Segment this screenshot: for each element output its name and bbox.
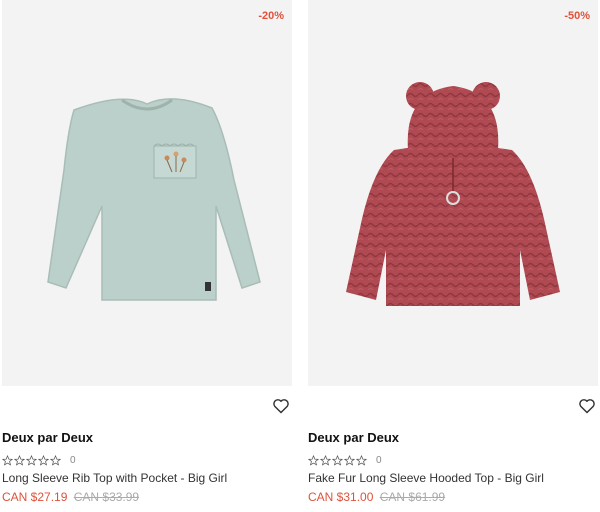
brand-name[interactable]: Deux par Deux [308, 430, 399, 445]
sale-price: CAN $27.19 [2, 490, 68, 504]
product-card[interactable]: -20% Deux par Deux 0 Long Sleeve Rib Top… [2, 0, 292, 512]
mint-long-sleeve-top-image [47, 98, 261, 301]
original-price: CAN $61.99 [379, 490, 446, 504]
discount-badge: -50% [564, 10, 590, 22]
price-row: CAN $31.00 CAN $61.99 [308, 490, 445, 504]
star-icon [356, 454, 367, 466]
star-icon [14, 454, 25, 466]
discount-badge: -20% [258, 10, 284, 22]
product-image[interactable]: -50% [308, 0, 598, 386]
star-icon [50, 454, 61, 466]
star-icon [320, 454, 331, 466]
sale-price: CAN $31.00 [308, 490, 374, 504]
product-title[interactable]: Long Sleeve Rib Top with Pocket - Big Gi… [2, 471, 227, 485]
rating-count: 0 [376, 454, 382, 466]
star-icon [26, 454, 37, 466]
heart-icon[interactable] [272, 398, 290, 414]
rating-count: 0 [70, 454, 76, 466]
red-fur-hooded-top-image [346, 82, 560, 306]
star-rating: 0 [308, 454, 382, 466]
star-icon [2, 454, 13, 466]
product-title[interactable]: Fake Fur Long Sleeve Hooded Top - Big Gi… [308, 471, 544, 485]
star-icon [38, 454, 49, 466]
original-price: CAN $33.99 [73, 490, 140, 504]
star-icon [344, 454, 355, 466]
price-row: CAN $27.19 CAN $33.99 [2, 490, 139, 504]
product-card[interactable]: -50% Deux par Deux 0 Fake Fur Long Sleev… [308, 0, 598, 512]
star-icon [332, 454, 343, 466]
heart-icon[interactable] [578, 398, 596, 414]
brand-name[interactable]: Deux par Deux [2, 430, 93, 445]
star-rating: 0 [2, 454, 76, 466]
product-image[interactable]: -20% [2, 0, 292, 386]
star-icon [308, 454, 319, 466]
